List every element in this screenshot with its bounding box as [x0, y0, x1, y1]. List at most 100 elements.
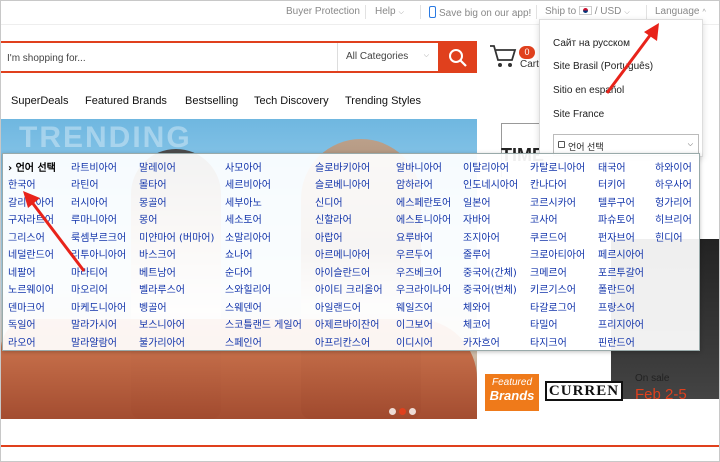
language-option[interactable]: 펀자브어 — [598, 229, 635, 244]
language-option[interactable]: 몰타어 — [139, 176, 167, 191]
language-option[interactable]: 요루바어 — [396, 229, 433, 244]
language-option[interactable]: 페르시아어 — [598, 246, 644, 261]
buyer-protection-link[interactable]: Buyer Protection — [286, 6, 360, 17]
language-option[interactable]: 중국어(간체) — [463, 264, 517, 279]
language-option[interactable]: 신디어 — [315, 194, 343, 209]
language-option[interactable]: 크로아티아어 — [530, 246, 585, 261]
language-option[interactable]: 칸나다어 — [530, 176, 567, 191]
language-option[interactable]: 라오어 — [8, 334, 36, 349]
language-option[interactable]: 히브리어 — [655, 211, 692, 226]
language-option[interactable]: 우르두어 — [396, 246, 433, 261]
language-option[interactable]: 키르기스어 — [530, 281, 576, 296]
language-option[interactable]: 불가리아어 — [139, 334, 185, 349]
language-option[interactable]: 헝가리어 — [655, 194, 692, 209]
nav-trending-styles[interactable]: Trending Styles — [345, 95, 421, 107]
language-option[interactable]: 덴마크어 — [8, 299, 45, 314]
language-option[interactable]: 파슈토어 — [598, 211, 635, 226]
language-option[interactable]: 소말리아어 — [225, 229, 271, 244]
language-option[interactable]: 프랑스어 — [598, 299, 635, 314]
language-option[interactable]: 중국어(번체) — [463, 281, 517, 296]
language-option[interactable]: 룩셈부르크어 — [71, 229, 126, 244]
language-option[interactable]: 우크라이나어 — [396, 281, 451, 296]
language-option[interactable]: 아일랜드어 — [315, 299, 361, 314]
carousel-dot[interactable] — [389, 408, 396, 415]
language-option[interactable]: 하우사어 — [655, 176, 692, 191]
language-option[interactable]: 순다어 — [225, 264, 253, 279]
language-option[interactable]: 하와이어 — [655, 159, 692, 174]
language-option[interactable]: 리투아니아어 — [71, 246, 126, 261]
language-option[interactable]: 벵골어 — [139, 299, 167, 314]
language-option[interactable]: 힌디어 — [655, 229, 683, 244]
language-option[interactable]: 스페인어 — [225, 334, 262, 349]
language-option[interactable]: 체코어 — [463, 316, 491, 331]
language-option-spanish[interactable]: Sitio en español — [553, 85, 624, 96]
language-option[interactable]: 사모아어 — [225, 159, 262, 174]
language-option[interactable]: 슬로베니아어 — [315, 176, 370, 191]
language-option[interactable]: 카탈로니아어 — [530, 159, 585, 174]
language-option[interactable]: 이그보어 — [396, 316, 433, 331]
language-option[interactable]: 루마니아어 — [71, 211, 117, 226]
language-option[interactable]: 체와어 — [463, 299, 491, 314]
language-option[interactable]: 신할라어 — [315, 211, 352, 226]
language-option[interactable]: 말라가시어 — [71, 316, 117, 331]
language-option[interactable]: 갈리시아어 — [8, 194, 54, 209]
featured-brands-badge[interactable]: Featured Brands — [485, 374, 539, 411]
language-option[interactable]: 스와힐리어 — [225, 281, 271, 296]
language-option[interactable]: 그리스어 — [8, 229, 45, 244]
language-option[interactable]: 코르시카어 — [530, 194, 576, 209]
language-option[interactable]: 타지크어 — [530, 334, 567, 349]
language-option[interactable]: 벨라루스어 — [139, 281, 185, 296]
language-menu[interactable]: Language ^ — [655, 6, 706, 17]
language-option[interactable]: 독일어 — [8, 316, 36, 331]
language-option[interactable]: 포르투갈어 — [598, 264, 644, 279]
language-option[interactable]: 마케도니아어 — [71, 299, 126, 314]
language-option[interactable]: 보스니아어 — [139, 316, 185, 331]
language-option[interactable]: 노르웨이어 — [8, 281, 54, 296]
language-option-russian[interactable]: Сайт на русском — [553, 38, 630, 49]
language-option[interactable]: 핀란드어 — [598, 334, 635, 349]
language-option[interactable]: 바스크어 — [139, 246, 176, 261]
language-option-brazil[interactable]: Site Brasil (Português) — [553, 61, 653, 72]
language-option[interactable]: 에스토니아어 — [396, 211, 451, 226]
carousel-dot[interactable] — [409, 408, 416, 415]
app-promo-link[interactable]: Save big on our app! — [429, 6, 531, 19]
help-menu[interactable]: Help ⌵ — [375, 6, 404, 17]
language-option[interactable]: 타갈로그어 — [530, 299, 576, 314]
nav-tech-discovery[interactable]: Tech Discovery — [254, 95, 329, 107]
search-button[interactable] — [438, 41, 477, 73]
search-input[interactable] — [7, 49, 327, 67]
language-option[interactable]: 터키어 — [598, 176, 626, 191]
language-option[interactable]: 네덜란드어 — [8, 246, 54, 261]
language-option[interactable]: 아이슬란드어 — [315, 264, 370, 279]
language-option[interactable]: 프리지아어 — [598, 316, 644, 331]
language-option[interactable]: 줄루어 — [463, 246, 491, 261]
language-option[interactable]: 알바니아어 — [396, 159, 442, 174]
language-option[interactable]: 한국어 — [8, 176, 36, 191]
language-option[interactable]: 아제르바이잔어 — [315, 316, 379, 331]
language-option[interactable]: 이디시어 — [396, 334, 433, 349]
language-option[interactable]: 코사어 — [530, 211, 558, 226]
language-option[interactable]: 쿠르드어 — [530, 229, 567, 244]
language-option[interactable]: 미얀마어 (버마어) — [139, 229, 214, 244]
language-option[interactable]: 몽골어 — [139, 194, 167, 209]
language-option[interactable]: 텔루구어 — [598, 194, 635, 209]
nav-featured-brands[interactable]: Featured Brands — [85, 95, 167, 107]
language-option[interactable]: 조지아어 — [463, 229, 500, 244]
language-option[interactable]: 웨일즈어 — [396, 299, 433, 314]
language-option[interactable]: 아랍어 — [315, 229, 343, 244]
language-option[interactable]: 세부아노 — [225, 194, 262, 209]
language-option[interactable]: 쇼나어 — [225, 246, 253, 261]
language-option-france[interactable]: Site France — [553, 109, 604, 120]
nav-superdeals[interactable]: SuperDeals — [11, 95, 68, 107]
language-option[interactable]: 스웨덴어 — [225, 299, 262, 314]
language-option[interactable]: 베트남어 — [139, 264, 176, 279]
language-option[interactable]: 타밀어 — [530, 316, 558, 331]
language-option[interactable]: 폴란드어 — [598, 281, 635, 296]
language-option[interactable]: 에스페란토어 — [396, 194, 451, 209]
language-option[interactable]: 일본어 — [463, 194, 491, 209]
language-option[interactable]: 카자흐어 — [463, 334, 500, 349]
language-option[interactable]: 라틴어 — [71, 176, 99, 191]
language-option[interactable]: 구자라트어 — [8, 211, 54, 226]
language-option[interactable]: 라트비아어 — [71, 159, 117, 174]
language-option[interactable]: 아르메니아어 — [315, 246, 370, 261]
